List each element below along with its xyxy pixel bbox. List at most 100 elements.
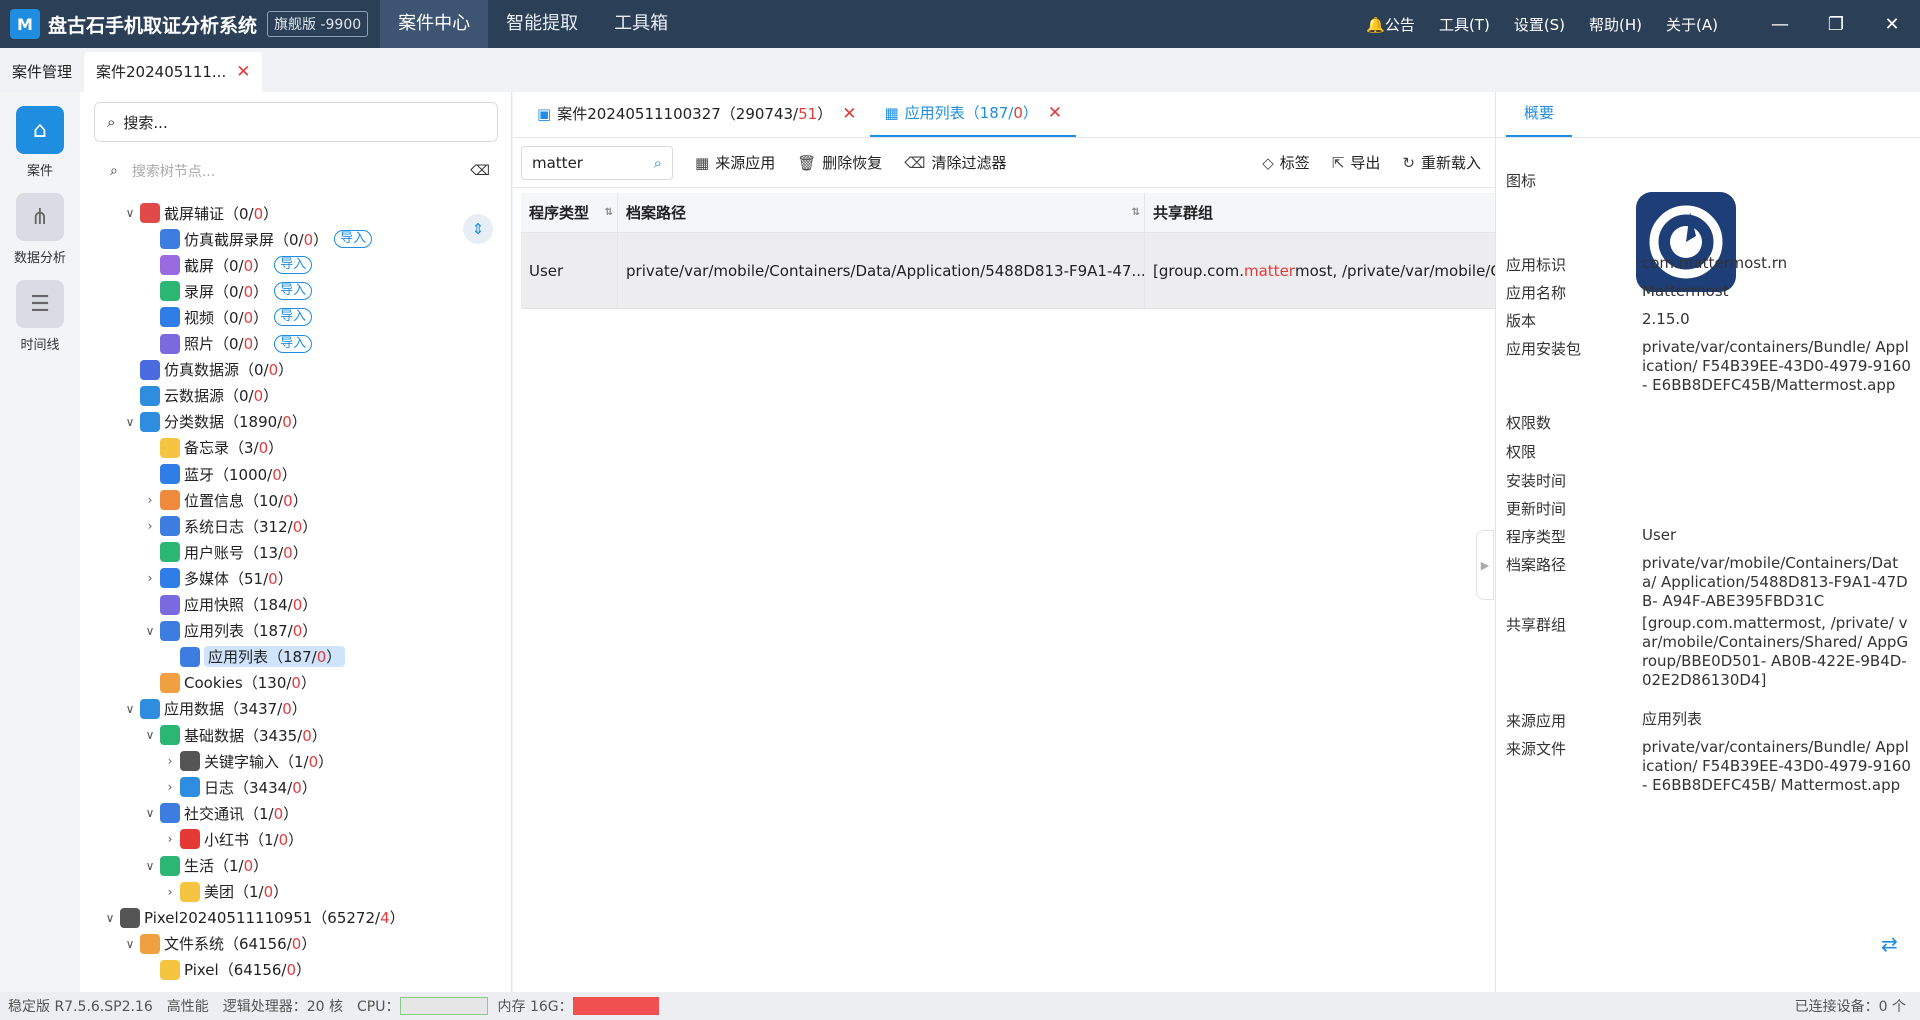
col-header-group[interactable]: 共享群组 bbox=[1145, 193, 1495, 232]
menu-settings[interactable]: 设置(S) bbox=[1514, 14, 1565, 35]
close-icon[interactable]: ✕ bbox=[842, 91, 856, 137]
chevron-right-icon[interactable]: › bbox=[160, 832, 180, 846]
toolbar: matter ⌕ ▦ 来源应用 🗑 删除恢复 ⌫ 清除过滤器 ◇ 标签 ⇱ 导出 ↻ 重新载入 bbox=[513, 138, 1495, 188]
tree-search-input[interactable]: ⌕ 搜索树节点... ⌫ bbox=[110, 158, 490, 184]
nav-tab-case-center[interactable]: 案件中心 bbox=[380, 0, 489, 48]
menu-tools[interactable]: 工具(T) bbox=[1439, 14, 1490, 35]
tree-node[interactable]: 截屏（0/0） 导入 bbox=[140, 252, 313, 278]
tree-node[interactable]: › 位置信息（10/0） bbox=[140, 487, 308, 513]
tree-node-deleted-count: 0 bbox=[268, 361, 279, 380]
chevron-down-icon[interactable]: ∨ bbox=[120, 937, 140, 951]
export-button[interactable]: ⇱ 导出 bbox=[1332, 152, 1381, 173]
close-icon[interactable]: ✕ bbox=[1048, 90, 1062, 136]
tree-node[interactable]: 蓝牙（1000/0） bbox=[140, 461, 297, 487]
source-app-button[interactable]: ▦ 来源应用 bbox=[695, 152, 775, 173]
tree-node[interactable]: 照片（0/0） 导入 bbox=[140, 331, 313, 357]
tree-node[interactable]: Cookies（130/0） bbox=[140, 670, 316, 696]
chevron-down-icon[interactable]: ∨ bbox=[140, 806, 160, 820]
clear-broom-icon[interactable]: ⌫ bbox=[470, 163, 490, 179]
menu-help[interactable]: 帮助(H) bbox=[1589, 14, 1642, 35]
chevron-down-icon[interactable]: ∨ bbox=[140, 728, 160, 742]
tree-node[interactable]: ∨ 社交通讯（1/0） bbox=[140, 800, 298, 826]
notice-button[interactable]: 🔔公告 bbox=[1366, 14, 1415, 35]
chevron-down-icon[interactable]: ∨ bbox=[140, 859, 160, 873]
case-tab-current[interactable]: 案件202405111... ✕ bbox=[84, 52, 263, 92]
tree-node-tail: ） bbox=[302, 517, 318, 536]
nav-tab-toolbox[interactable]: 工具箱 bbox=[596, 0, 686, 48]
tree-node[interactable]: ∨ 应用数据（3437/0） bbox=[120, 696, 307, 722]
chevron-right-icon[interactable]: › bbox=[160, 754, 180, 768]
tree-node-deleted-count: 0 bbox=[286, 961, 297, 980]
tree-node[interactable]: 云数据源（0/0） bbox=[120, 383, 278, 409]
clear-filter-button[interactable]: ⌫ 清除过滤器 bbox=[904, 152, 1006, 173]
close-icon[interactable]: ✕ bbox=[236, 62, 250, 82]
import-button[interactable]: 导入 bbox=[274, 282, 313, 301]
tree-node[interactable]: › 日志（3434/0） bbox=[160, 774, 317, 800]
chevron-down-icon[interactable]: ∨ bbox=[120, 702, 140, 716]
tree-node[interactable]: ∨ 截屏辅证（0/0） bbox=[120, 200, 278, 226]
tree-node[interactable]: 视频（0/0） 导入 bbox=[140, 304, 313, 330]
tree-node[interactable]: 应用列表（187/0） bbox=[160, 644, 346, 670]
case-tab-management[interactable]: 案件管理 bbox=[0, 52, 84, 92]
tree-node[interactable]: › 关键字输入（1/0） bbox=[160, 748, 333, 774]
tree-node[interactable]: › 小红书（1/0） bbox=[160, 826, 303, 852]
table-row[interactable]: User private/var/mobile/Containers/Data/… bbox=[521, 233, 1495, 309]
tree-node[interactable]: ∨ 应用列表（187/0） bbox=[140, 618, 317, 644]
import-button[interactable]: 导入 bbox=[274, 256, 313, 275]
tree-node[interactable]: ∨ 生活（1/0） bbox=[140, 853, 268, 879]
nav-tab-smart-extract[interactable]: 智能提取 bbox=[488, 0, 596, 48]
nav-timeline[interactable]: ☰ 时间线 bbox=[0, 280, 80, 353]
col-header-path[interactable]: 档案路径 ⇅ bbox=[618, 193, 1145, 232]
close-window-icon[interactable]: ✕ bbox=[1864, 14, 1920, 35]
restore-icon[interactable]: ❐ bbox=[1808, 14, 1864, 35]
delete-restore-button[interactable]: 🗑 删除恢复 bbox=[797, 152, 882, 173]
tag-button[interactable]: ◇ 标签 bbox=[1262, 152, 1310, 173]
tree-node[interactable]: Pixel（64156/0） bbox=[140, 957, 311, 983]
detail-row: 应用名称 Mattermost bbox=[1506, 282, 1912, 303]
chevron-right-icon[interactable]: › bbox=[140, 519, 160, 533]
search-input[interactable]: ⌕ 搜索... bbox=[94, 102, 498, 142]
col-header-type[interactable]: 程序类型 ⇅ bbox=[521, 193, 618, 232]
tree-node[interactable]: ∨ Pixel20240511110951（65272/4） bbox=[100, 905, 405, 931]
tree-node[interactable]: › 系统日志（312/0） bbox=[140, 513, 317, 539]
chevron-down-icon[interactable]: ∨ bbox=[140, 624, 160, 638]
tree-node[interactable]: › 美团（1/0） bbox=[160, 879, 288, 905]
tree-node[interactable]: ∨ 文件系统（64156/0） bbox=[120, 931, 316, 957]
collapse-detail-icon[interactable]: ▶ bbox=[1476, 530, 1494, 600]
chevron-down-icon[interactable]: ∨ bbox=[120, 415, 140, 429]
tree-node[interactable]: 用户账号（13/0） bbox=[140, 539, 308, 565]
tree-node[interactable]: 仿真数据源（0/0） bbox=[120, 357, 293, 383]
tree-node[interactable]: › 多媒体（51/0） bbox=[140, 565, 293, 591]
import-button[interactable]: 导入 bbox=[274, 308, 313, 327]
import-button[interactable]: 导入 bbox=[274, 334, 313, 353]
tab-overview[interactable]: 概要 bbox=[1506, 102, 1573, 137]
import-button[interactable]: 导入 bbox=[334, 230, 373, 249]
export-icon: ⇱ bbox=[1331, 153, 1345, 172]
sync-icon[interactable]: ⇄ bbox=[1881, 932, 1898, 956]
nav-data-analysis[interactable]: ⋔ 数据分析 bbox=[0, 193, 80, 266]
sort-icon[interactable]: ⇅ bbox=[605, 207, 613, 218]
tree-node[interactable]: ∨ 分类数据（1890/0） bbox=[120, 409, 307, 435]
minimize-icon[interactable]: — bbox=[1752, 14, 1808, 35]
chevron-down-icon[interactable]: ∨ bbox=[120, 206, 140, 220]
tree-node[interactable]: 录屏（0/0） 导入 bbox=[140, 278, 313, 304]
chevron-right-icon[interactable]: › bbox=[140, 493, 160, 507]
chevron-down-icon[interactable]: ∨ bbox=[100, 911, 120, 925]
nav-case[interactable]: ⌂ 案件 bbox=[0, 106, 80, 179]
reload-button[interactable]: ↻ 重新载入 bbox=[1402, 152, 1481, 173]
tree-node-deleted-count: 0 bbox=[243, 857, 254, 875]
tree-node[interactable]: ∨ 基础数据（3435/0） bbox=[140, 722, 327, 748]
chevron-right-icon[interactable]: › bbox=[160, 780, 180, 794]
tree-node[interactable]: 应用快照（184/0） bbox=[140, 592, 317, 618]
menu-about[interactable]: 关于(A) bbox=[1666, 14, 1718, 35]
chevron-right-icon[interactable]: › bbox=[140, 571, 160, 585]
tree-node[interactable]: 仿真截屏录屏（0/0） 导入 bbox=[140, 226, 373, 252]
tree-node[interactable]: 备忘录（3/0） bbox=[140, 435, 283, 461]
tree-node-tail: ） bbox=[263, 204, 279, 223]
tab-case[interactable]: ▣ 案件20240511100327（290743/51） ✕ bbox=[523, 91, 870, 137]
chevron-right-icon[interactable]: › bbox=[160, 885, 180, 899]
tab-app-list[interactable]: ▦ 应用列表（187/0） ✕ bbox=[870, 90, 1077, 137]
filter-input[interactable]: matter ⌕ bbox=[521, 145, 673, 180]
sort-icon[interactable]: ⇅ bbox=[1132, 207, 1140, 218]
cell-group: [group.com. matter most, /private/var/mobi… bbox=[1145, 233, 1495, 308]
